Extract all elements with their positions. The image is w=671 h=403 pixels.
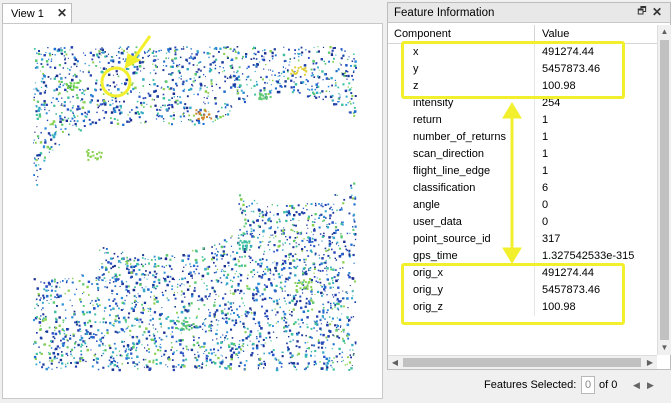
row-component: point_source_id: [413, 233, 491, 245]
row-component: user_data: [413, 216, 462, 228]
point-cloud-canvas[interactable]: [2, 23, 383, 399]
previous-feature-icon[interactable]: ◀: [633, 378, 643, 392]
row-component: angle: [413, 199, 440, 211]
row-component: scan_direction: [413, 148, 484, 160]
row-value: 1: [542, 114, 549, 126]
table-row[interactable]: scan_direction 1: [388, 146, 657, 163]
table-row[interactable]: angle 0: [388, 197, 657, 214]
table-row[interactable]: number_of_returns 1: [388, 129, 657, 146]
row-value: 1.327542533e-315: [542, 250, 635, 262]
next-feature-icon[interactable]: ▶: [647, 378, 657, 392]
row-value: 1: [542, 148, 549, 160]
row-value: 317: [542, 233, 561, 245]
row-value: 6: [542, 182, 549, 194]
selected-index-field[interactable]: 0: [581, 376, 595, 394]
row-value: 1: [542, 165, 549, 177]
scroll-right-icon[interactable]: ▶: [643, 356, 657, 369]
table-row[interactable]: user_data 0: [388, 214, 657, 231]
table-row[interactable]: point_source_id 317: [388, 231, 657, 248]
vertical-scrollbar[interactable]: ▲ ▼: [657, 25, 671, 355]
highlight-box-orig-xyz: [401, 263, 625, 325]
float-panel-icon[interactable]: 🗗: [636, 6, 648, 18]
row-component: number_of_returns: [413, 131, 506, 143]
horizontal-scroll-thumb[interactable]: [403, 358, 641, 367]
table-row[interactable]: classification 6: [388, 180, 657, 197]
tab-close-icon[interactable]: ✕: [57, 6, 67, 20]
map-view-pane: View 1 ✕: [0, 0, 385, 403]
row-component: classification: [413, 182, 476, 194]
row-value: 0: [542, 216, 549, 228]
table-row[interactable]: return 1: [388, 112, 657, 129]
tab-view-1[interactable]: View 1 ✕: [2, 3, 72, 23]
horizontal-scrollbar[interactable]: ◀ ▶: [388, 355, 657, 369]
row-component: flight_line_edge: [413, 165, 491, 177]
selected-total: of 0: [599, 379, 618, 391]
scroll-down-icon[interactable]: ▼: [658, 341, 671, 355]
scroll-left-icon[interactable]: ◀: [388, 356, 402, 369]
scroll-up-icon[interactable]: ▲: [658, 25, 671, 39]
row-value: 0: [542, 199, 549, 211]
panel-title-bar: Feature Information 🗗 ✕: [388, 3, 670, 23]
close-panel-icon[interactable]: ✕: [652, 5, 664, 19]
vertical-scroll-thumb[interactable]: [660, 40, 669, 340]
table-row[interactable]: flight_line_edge 1: [388, 163, 657, 180]
row-component: return: [413, 114, 442, 126]
column-header-component[interactable]: Component: [394, 28, 451, 40]
features-selected-label: Features Selected:: [484, 379, 577, 391]
row-value: 1: [542, 131, 549, 143]
column-header-value[interactable]: Value: [542, 28, 569, 40]
status-bar: Features Selected: 0 of 0 ◀ ▶: [387, 372, 671, 400]
row-component: gps_time: [413, 250, 458, 262]
highlight-box-xyz: [401, 41, 625, 99]
point-cloud-plot[interactable]: [3, 24, 383, 399]
panel-title: Feature Information: [394, 7, 495, 19]
tab-view-1-label: View 1: [11, 8, 44, 20]
